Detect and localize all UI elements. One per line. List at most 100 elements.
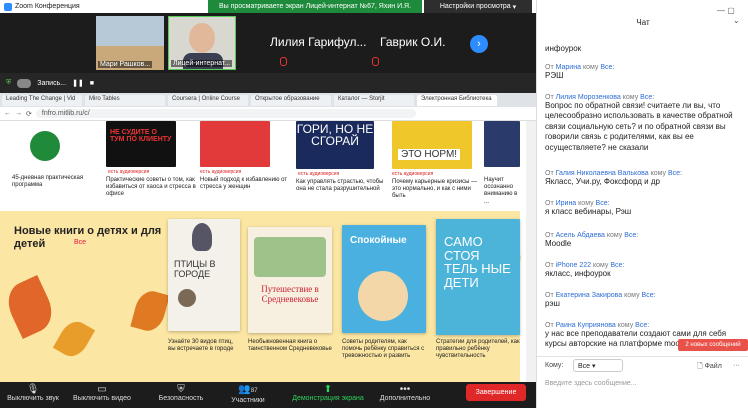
- mute-button[interactable]: 🎙 Выключить звук: [4, 384, 62, 402]
- browser-tab[interactable]: Открытое образование: [251, 94, 331, 106]
- to-word: кому: [582, 64, 599, 71]
- window-title: Zoom Конференция: [15, 3, 80, 10]
- sender-name[interactable]: Асель Абдаева: [556, 232, 605, 239]
- cover-text: ПТИЦЫ В ГОРОДЕ: [174, 259, 216, 279]
- back-icon[interactable]: ←: [4, 110, 11, 117]
- kids-books-section: Новые книги о детях и для детей Все ПТИЦ…: [0, 211, 525, 382]
- book-cover[interactable]: [200, 121, 270, 167]
- from-word: От: [545, 262, 554, 269]
- cover-graphic: [358, 271, 408, 321]
- more-button[interactable]: ••• Дополнительно: [374, 384, 436, 402]
- browser-tab[interactable]: Coursera | Online Course: [168, 94, 248, 106]
- book-cover[interactable]: ПТИЦЫ В ГОРОДЕ: [168, 219, 240, 331]
- chat-message: От Лилия Морозенкова кому Все: Вопрос по…: [545, 94, 740, 153]
- sender-name[interactable]: Раина Куприянова: [556, 322, 616, 329]
- browser-tabs: Leading The Change | Vid Miro Tables Cou…: [0, 93, 536, 107]
- page-scrollbar[interactable]: [526, 121, 536, 382]
- video-label: Выключить видео: [73, 395, 131, 402]
- ellipsis-icon[interactable]: ···: [733, 362, 740, 369]
- sender-name[interactable]: Ирина: [556, 200, 577, 207]
- from-word: От: [545, 200, 554, 207]
- participant-name-big: Гаврик О.И.: [380, 35, 446, 49]
- book-cover[interactable]: [12, 121, 82, 167]
- cover-text: Спокойные: [350, 235, 407, 246]
- person-face: [189, 23, 215, 53]
- section-all-link[interactable]: Все: [74, 239, 86, 246]
- participants-button[interactable]: 👥87 Участники: [226, 384, 270, 404]
- pause-icon[interactable]: ❚❚: [72, 79, 84, 87]
- participant-tile[interactable]: Мари Рашков...: [96, 16, 164, 70]
- book-cover[interactable]: Спокойные: [342, 225, 426, 333]
- url-field[interactable]: fnfro.mitlib.ru/c/: [35, 109, 416, 118]
- book-cover[interactable]: Путешествие в Средневековье: [248, 227, 332, 333]
- share-banner: Вы просматриваете экран Лицей-интернат №…: [208, 0, 422, 13]
- file-button[interactable]: 🗋 Файл: [697, 362, 722, 373]
- book-caption[interactable]: 45-дневная практическая программа: [12, 175, 92, 189]
- security-button[interactable]: ⛨ Безопасность: [154, 384, 208, 402]
- from-word: От: [545, 292, 554, 299]
- book-cover[interactable]: ГОРИ, НО НЕ СГОРАЙ: [296, 121, 374, 169]
- stop-video-button[interactable]: ▭ Выключить видео: [70, 384, 134, 402]
- new-messages-badge[interactable]: 2 новых сообщений: [678, 339, 748, 351]
- participant-name: Мари Рашков...: [98, 61, 153, 68]
- chat-input[interactable]: Введите здесь сообщение...: [545, 380, 741, 392]
- end-meeting-button[interactable]: Завершение: [466, 384, 526, 401]
- book-caption[interactable]: Практические советы о том, как избавитьс…: [106, 177, 196, 199]
- browser-tab[interactable]: Каталог — Storjit: [334, 94, 414, 106]
- book-caption[interactable]: Советы родителям, как помочь ребёнку спр…: [342, 339, 426, 361]
- recipient-select-value: Все: [578, 363, 591, 370]
- to-word: кому: [578, 200, 594, 207]
- view-options-button[interactable]: Настройки просмотра ▾: [424, 0, 532, 13]
- book-caption[interactable]: Узнаёте 30 видов птиц, вы встречаете в г…: [168, 339, 242, 353]
- book-caption[interactable]: Новый подход к избавлению от стресса у ж…: [200, 177, 290, 191]
- sender-name[interactable]: Марина: [556, 64, 581, 71]
- recipient-all: Все:: [600, 64, 615, 71]
- muted-mic-icon: [372, 57, 379, 66]
- chevron-down-icon[interactable]: ⌄: [733, 16, 740, 25]
- participant-tile-active[interactable]: Лицей-интернат...: [168, 16, 236, 70]
- shield-icon: ⛨: [6, 79, 12, 86]
- recipient-select[interactable]: Все ▾: [573, 359, 623, 372]
- cover-text: ЭТО НОРМ!: [398, 149, 461, 160]
- book-caption[interactable]: Стратегии для родителей, как правильно р…: [436, 339, 520, 361]
- book-cover[interactable]: НЕ СУДИТЕ О ТУМ ПО КЛИЕНТУ: [106, 121, 176, 167]
- share-screen-button[interactable]: ⬆ Демонстрация экрана: [288, 384, 368, 402]
- ellipsis-icon: •••: [399, 384, 411, 395]
- reload-icon[interactable]: ⟳: [26, 110, 32, 118]
- chat-message-text: Вопрос по обратной связи! считаете ли вы…: [545, 101, 733, 152]
- stop-icon[interactable]: ■: [90, 80, 94, 87]
- sender-name[interactable]: Лилия Морозенкова: [556, 94, 621, 101]
- video-sky: [96, 16, 164, 46]
- security-label: Безопасность: [158, 395, 204, 402]
- library-page: НЕ СУДИТЕ О ТУМ ПО КЛИЕНТУ ГОРИ, НО НЕ С…: [0, 121, 536, 382]
- chat-message-text: Moodle: [545, 239, 572, 248]
- book-caption[interactable]: Почему карьерные кризисы — это нормально…: [392, 179, 478, 201]
- book-cover[interactable]: [484, 121, 520, 167]
- browser-tab[interactable]: Miro Tables: [85, 94, 165, 106]
- next-participants-button[interactable]: ›: [470, 35, 488, 53]
- castle-graphic: [254, 237, 326, 277]
- browser-tab-active[interactable]: Электронная Библиотека: [417, 94, 497, 106]
- book-caption[interactable]: Научит осознанно вниманию в ...: [484, 177, 520, 206]
- from-word: От: [545, 94, 554, 101]
- address-bar: ← → ⟳ fnfro.mitlib.ru/c/: [0, 107, 536, 121]
- share-control-bar: ⛨ Запись... ❚❚ ■: [0, 73, 536, 93]
- cover-text: Путешествие в Средневековье: [261, 284, 319, 304]
- sender-name[interactable]: Галия Николаевна Валькова: [556, 170, 649, 177]
- chat-window-controls[interactable]: — ▢: [717, 6, 735, 15]
- audio-badge: есть аудиоверсия: [108, 169, 150, 175]
- book-cover[interactable]: ЭТО НОРМ!: [392, 121, 472, 169]
- camera-icon: ▭: [97, 384, 107, 395]
- chat-message: От Асель Абдаева кому Все: Moodle: [545, 232, 740, 249]
- sender-name[interactable]: Екатерина Закирова: [556, 292, 623, 299]
- to-word: кому: [650, 170, 667, 177]
- recording-label: Запись...: [37, 79, 67, 87]
- book-caption[interactable]: Необыкновенная книга о таинственном Сред…: [248, 339, 332, 353]
- chat-message: От iPhone 222 кому Все: якласс, инфоурок: [545, 262, 740, 279]
- browser-tab[interactable]: Leading The Change | Vid: [2, 94, 82, 106]
- zoom-logo-icon: [4, 2, 12, 11]
- forward-icon[interactable]: →: [15, 110, 22, 117]
- book-cover[interactable]: САМО СТОЯ ТЕЛЬ НЫЕ ДЕТИ: [436, 219, 520, 335]
- sender-name[interactable]: iPhone 222: [556, 262, 591, 269]
- book-caption[interactable]: Как управлять страстью, чтобы она не ста…: [296, 179, 386, 193]
